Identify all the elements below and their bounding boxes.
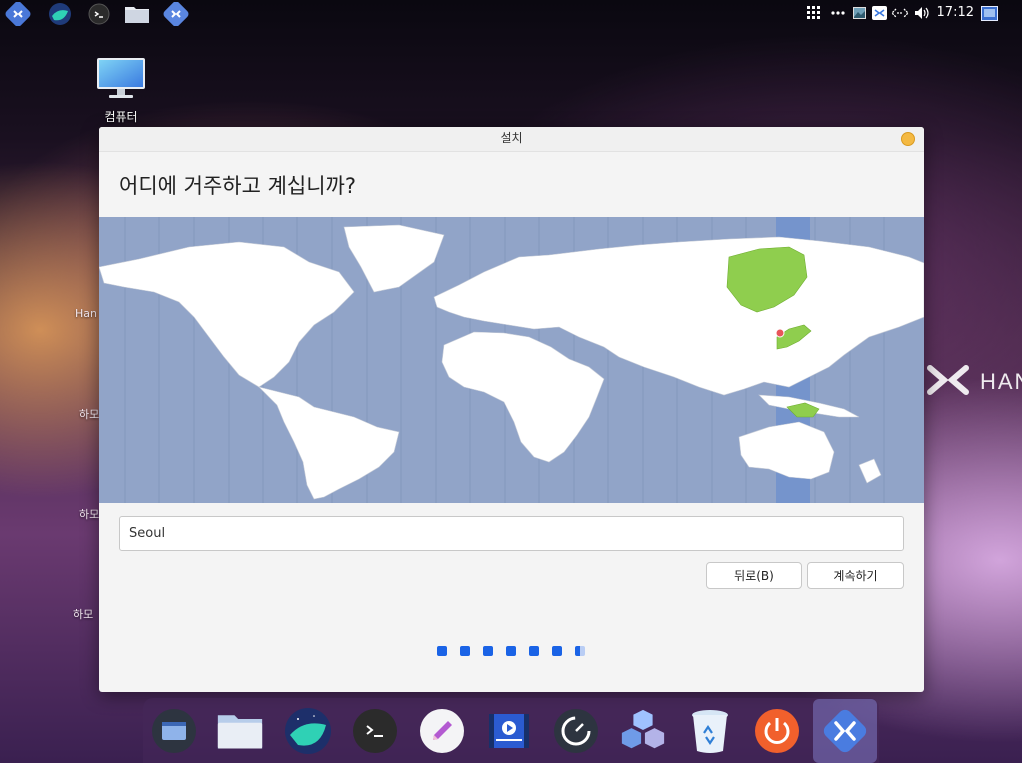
whale-icon [285, 708, 331, 754]
image-icon[interactable] [852, 4, 866, 22]
dock-video-editor[interactable] [485, 707, 533, 755]
naver-whale-icon[interactable] [47, 2, 73, 26]
monitor-icon [97, 58, 145, 98]
dock-naver-whale[interactable] [284, 707, 332, 755]
watermark-text: HAN [980, 369, 1022, 394]
computer-label: 컴퓨터 [104, 110, 138, 124]
location-marker[interactable] [775, 328, 785, 338]
dock-hamonikr-menu[interactable] [813, 699, 877, 763]
video-icon [489, 714, 529, 748]
continue-button[interactable]: 계속하기 [807, 562, 904, 589]
folder-icon[interactable] [124, 2, 150, 26]
dock-trash[interactable] [686, 707, 734, 755]
power-icon [755, 709, 799, 753]
window-title: 설치 [500, 131, 523, 145]
dock-system-monitor[interactable] [552, 707, 600, 755]
step-dot [506, 646, 516, 656]
minimize-button[interactable] [901, 132, 915, 146]
notification-icon[interactable] [980, 4, 998, 22]
desktop-icon [152, 709, 196, 753]
pencil-icon [420, 709, 464, 753]
hamonikr-tray-icon[interactable] [871, 4, 887, 22]
gauge-icon [554, 709, 598, 753]
dock-desktop-switcher[interactable] [150, 707, 198, 755]
step-progress [437, 646, 585, 656]
cubes-icon [621, 709, 665, 749]
back-button[interactable]: 뒤로(B) [706, 562, 802, 589]
hamonikr-logo-icon [927, 365, 969, 395]
step-dot [483, 646, 493, 656]
dock-terminal[interactable] [351, 707, 399, 755]
location-input[interactable] [119, 516, 904, 551]
step-dot [437, 646, 447, 656]
network-icon[interactable] [890, 4, 910, 22]
clock[interactable]: 17:12 [937, 5, 974, 20]
timezone-map[interactable] [99, 217, 924, 503]
installer-window: 설치 어디에 거주하고 계십니까? Seoul 뒤로(B) 계속하기 [99, 127, 924, 692]
app-grid-icon[interactable] [806, 4, 822, 22]
more-icon[interactable] [830, 4, 846, 22]
step-dot [460, 646, 470, 656]
desktop-side-label[interactable]: 하모 [79, 406, 99, 422]
step-dot [529, 646, 539, 656]
titlebar[interactable]: 설치 [99, 127, 924, 152]
dock-power[interactable] [753, 707, 801, 755]
step-dot [575, 646, 585, 656]
page-heading: 어디에 거주하고 계십니까? [119, 174, 357, 198]
trash-icon [692, 710, 728, 753]
hamonikr-launcher-icon[interactable] [5, 2, 31, 26]
dock-text-editor[interactable] [418, 707, 466, 755]
desktop-side-label[interactable]: 하모 [73, 606, 93, 622]
dock-package-store[interactable] [619, 707, 667, 755]
top-panel: 17:12 [0, 0, 1022, 28]
hamonikr-icon [823, 709, 867, 753]
terminal-icon [353, 709, 397, 753]
desktop-side-label[interactable]: 하모 [79, 506, 99, 522]
dock [143, 698, 879, 763]
desktop-computer[interactable]: 컴퓨터 [92, 56, 150, 125]
terminal-icon[interactable] [86, 2, 112, 26]
step-dot [552, 646, 562, 656]
volume-icon[interactable] [913, 4, 933, 22]
hamonikr-app-icon[interactable] [163, 2, 189, 26]
dock-file-manager[interactable] [216, 707, 264, 755]
desktop-side-label[interactable]: Han [75, 307, 97, 320]
folder-icon [217, 715, 263, 749]
hamonikr-watermark: HAN [926, 362, 1022, 402]
